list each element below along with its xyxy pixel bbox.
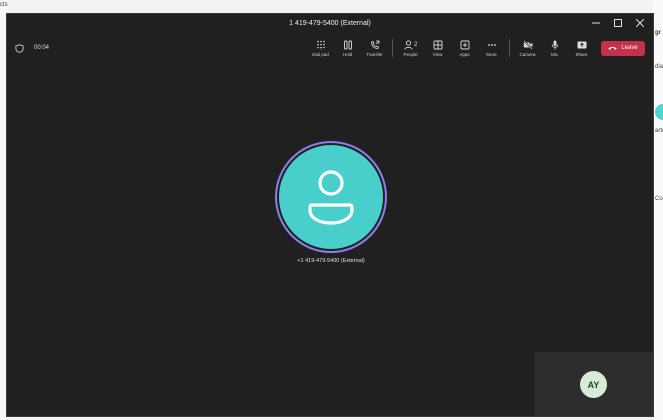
phone-hangup-icon: [608, 46, 617, 50]
leave-button[interactable]: Leave: [601, 40, 645, 56]
dial-pad-label: Dial pad: [312, 51, 329, 57]
background-text: gr: [655, 30, 661, 36]
call-timer: 00:04: [34, 45, 50, 51]
title-bar: 1 419-479-5400 (External): [7, 14, 653, 32]
person-icon: [308, 170, 354, 225]
view-label: View: [432, 51, 443, 57]
share-button[interactable]: Share: [568, 35, 595, 61]
dial-pad-button[interactable]: Dial pad: [307, 35, 334, 61]
minimize-button[interactable]: [589, 16, 603, 30]
minimize-icon: [592, 22, 600, 24]
mic-icon: [551, 40, 558, 49]
camera-button[interactable]: Camera: [514, 35, 541, 61]
camera-off-icon: [522, 39, 533, 50]
background-app-right: [653, 0, 663, 420]
leave-label: Leave: [621, 45, 638, 51]
hold-label: Hold: [342, 51, 353, 57]
background-text: arte: [655, 128, 663, 134]
background-text: dia: [655, 64, 663, 70]
toolbar-divider: [392, 39, 393, 57]
self-avatar: AY: [580, 371, 607, 398]
view-button[interactable]: View: [424, 35, 451, 61]
people-label: People: [403, 51, 418, 57]
transfer-label: Transfer: [366, 51, 383, 57]
caller-avatar: [279, 145, 383, 249]
caller-name: +1 419-479-5400 (External): [297, 258, 365, 264]
apps-button[interactable]: Apps: [451, 35, 478, 61]
close-icon: [636, 19, 644, 27]
background-text: Co: [655, 196, 663, 202]
dialpad-icon: [316, 40, 325, 50]
call-window: 1 419-479-5400 (External) 00:04 Dial pad: [6, 13, 654, 417]
mic-label: Mic: [551, 51, 558, 57]
background-text: cts: [0, 2, 8, 8]
shield-icon[interactable]: [15, 43, 24, 53]
self-view-tile[interactable]: AY: [535, 352, 653, 416]
more-icon: [487, 43, 496, 46]
people-count-badge: 2: [414, 42, 418, 48]
call-toolbar: 00:04 Dial pad Hold Transfer 2 People Vi…: [7, 34, 653, 62]
people-button[interactable]: 2 People: [397, 35, 424, 61]
hold-button[interactable]: Hold: [334, 35, 361, 61]
view-icon: [433, 40, 442, 49]
share-icon: [577, 41, 586, 48]
caller-avatar-ring: [275, 141, 387, 253]
toolbar-divider: [509, 39, 510, 57]
camera-label: Camera: [519, 51, 536, 57]
people-icon: 2: [403, 39, 418, 50]
more-button[interactable]: More: [478, 35, 505, 61]
maximize-icon: [614, 19, 622, 27]
mic-button[interactable]: Mic: [541, 35, 568, 61]
apps-label: Apps: [459, 51, 470, 57]
hold-icon: [343, 40, 352, 49]
transfer-button[interactable]: Transfer: [361, 35, 388, 61]
share-label: Share: [575, 51, 588, 57]
window-title: 1 419-479-5400 (External): [289, 19, 371, 27]
maximize-button[interactable]: [611, 16, 625, 30]
window-controls: [589, 14, 647, 32]
apps-icon: [460, 40, 469, 49]
close-button[interactable]: [633, 16, 647, 30]
more-label: More: [486, 51, 497, 57]
transfer-icon: [370, 40, 379, 49]
